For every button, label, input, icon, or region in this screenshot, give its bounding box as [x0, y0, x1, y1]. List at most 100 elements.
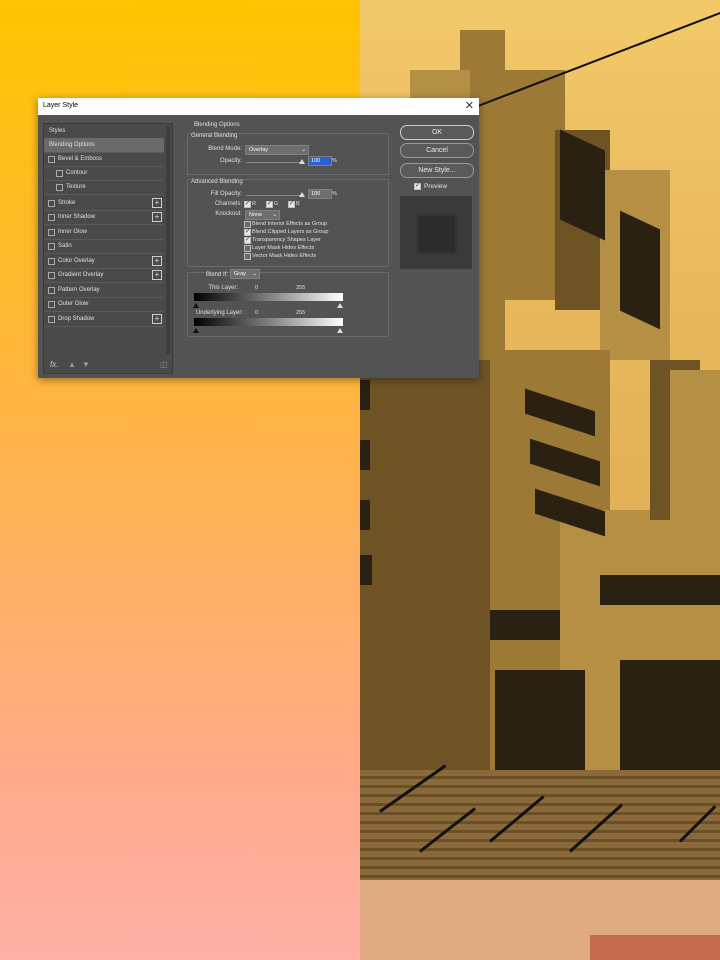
style-item-inner-shadow[interactable]: Inner Shadow +: [44, 210, 164, 225]
channel-g-checkbox[interactable]: [266, 200, 273, 208]
style-item-inner-glow[interactable]: Inner Glow: [44, 225, 164, 240]
style-checkbox[interactable]: [48, 214, 55, 221]
cancel-button[interactable]: Cancel: [400, 143, 474, 158]
dialog-title: Layer Style: [43, 102, 79, 109]
style-checkbox[interactable]: [48, 229, 55, 236]
underlying-white-thumb[interactable]: [337, 328, 343, 333]
style-item-label: Texture: [66, 184, 86, 190]
blend-interior-checkbox[interactable]: [244, 221, 251, 228]
style-checkbox[interactable]: [48, 200, 55, 207]
blend-if-select[interactable]: Gray ⌄: [230, 269, 260, 279]
style-item-label: Outer Glow: [58, 301, 89, 307]
move-up-icon[interactable]: ▲: [68, 360, 76, 369]
chevron-down-icon: ⌄: [252, 271, 257, 277]
style-item-outer-glow[interactable]: Outer Glow: [44, 297, 164, 312]
add-color-overlay-icon[interactable]: +: [152, 256, 162, 266]
channel-r-checkbox[interactable]: [244, 200, 251, 208]
add-gradient-overlay-icon[interactable]: +: [152, 270, 162, 280]
style-item-label: Blending Options: [49, 142, 95, 148]
dialog-titlebar: Layer Style ✕: [38, 98, 479, 115]
style-item-bevel-emboss[interactable]: Bevel & Emboss: [44, 152, 164, 167]
this-layer-white-thumb[interactable]: [337, 303, 343, 308]
style-checkbox[interactable]: [48, 156, 55, 163]
underlying-black-thumb[interactable]: [193, 328, 199, 333]
fill-opacity-input[interactable]: 100: [308, 189, 332, 199]
channel-b-label: B: [296, 201, 300, 207]
styles-label: Styles: [49, 128, 66, 134]
style-item-satin[interactable]: Satin: [44, 239, 164, 254]
preview-label: Preview: [424, 183, 448, 190]
style-item-label: Pattern Overlay: [58, 287, 100, 293]
opacity-input[interactable]: 100: [308, 156, 332, 166]
opacity-percent: %: [332, 158, 337, 164]
fill-opacity-slider-thumb[interactable]: [299, 192, 305, 197]
style-item-pattern-overlay[interactable]: Pattern Overlay: [44, 283, 164, 298]
new-style-button[interactable]: New Style...: [400, 163, 474, 178]
this-layer-label: This Layer:: [208, 285, 238, 291]
move-down-icon[interactable]: ▼: [82, 360, 90, 369]
blend-clipped-label: Blend Clipped Layers as Group: [252, 229, 329, 235]
fill-opacity-percent: %: [332, 191, 337, 197]
style-checkbox[interactable]: [56, 184, 63, 191]
style-item-color-overlay[interactable]: Color Overlay +: [44, 254, 164, 269]
blend-clipped-checkbox[interactable]: [244, 228, 251, 236]
style-item-label: Contour: [66, 170, 88, 176]
blending-options-title: Blending Options: [194, 122, 240, 128]
ok-button[interactable]: OK: [400, 125, 474, 140]
style-item-gradient-overlay[interactable]: Gradient Overlay +: [44, 268, 164, 283]
style-item-label: Drop Shadow: [58, 316, 95, 322]
style-checkbox[interactable]: [48, 272, 55, 279]
style-checkbox[interactable]: [48, 316, 55, 323]
layer-mask-hides-checkbox[interactable]: [244, 245, 251, 252]
general-blending-group: General Blending Blend Mode: Overlay ⌄ Op…: [187, 133, 389, 175]
preview-checkbox[interactable]: [414, 182, 421, 190]
channels-label: Channels:: [214, 201, 242, 207]
knockout-select[interactable]: None ⌄: [245, 210, 280, 220]
opacity-slider[interactable]: [246, 162, 302, 163]
styles-header[interactable]: Styles: [44, 124, 164, 139]
preview-swatch: [417, 214, 457, 254]
style-item-contour[interactable]: Contour: [44, 166, 164, 181]
add-stroke-icon[interactable]: +: [152, 198, 162, 208]
style-checkbox[interactable]: [48, 243, 55, 250]
styles-scrollbar[interactable]: [166, 126, 170, 354]
channel-b-checkbox[interactable]: [288, 200, 295, 208]
advanced-blending-group: Advanced Blending Fill Opacity: 100 % Ch…: [187, 179, 389, 267]
preview-thumbnail: [400, 196, 472, 269]
add-inner-shadow-icon[interactable]: +: [152, 212, 162, 222]
transparency-shapes-checkbox[interactable]: [244, 236, 251, 244]
layer-style-dialog: Layer Style ✕ Styles Blending Options Be…: [38, 98, 479, 378]
close-icon[interactable]: ✕: [465, 99, 474, 112]
underlying-layer-gradient: [194, 318, 343, 326]
layer-mask-hides-label: Layer Mask Hides Effects: [252, 245, 315, 251]
style-checkbox[interactable]: [48, 301, 55, 308]
style-item-label: Inner Shadow: [58, 214, 96, 220]
blend-mode-label: Blend Mode:: [208, 146, 242, 152]
transparency-shapes-label: Transparency Shapes Layer: [252, 237, 321, 243]
style-item-drop-shadow[interactable]: Drop Shadow +: [44, 312, 164, 327]
add-drop-shadow-icon[interactable]: +: [152, 314, 162, 324]
style-item-stroke[interactable]: Stroke +: [44, 196, 164, 211]
style-checkbox[interactable]: [48, 258, 55, 265]
blend-mode-select[interactable]: Overlay ⌄: [245, 145, 309, 155]
underlying-max: 255: [296, 310, 306, 316]
blend-interior-label: Blend Interior Effects as Group: [252, 221, 328, 227]
style-checkbox[interactable]: [48, 287, 55, 294]
trash-icon[interactable]: ◫: [160, 360, 168, 369]
chevron-down-icon: ⌄: [272, 212, 277, 218]
this-layer-max: 255: [296, 285, 306, 291]
styles-list: Styles Blending Options Bevel & Emboss C…: [43, 123, 173, 374]
blend-mode-value: Overlay: [249, 147, 268, 153]
style-item-texture[interactable]: Texture: [44, 180, 164, 195]
opacity-slider-thumb[interactable]: [299, 159, 305, 164]
styles-footer: fx. ▲ ▼ ◫: [44, 357, 168, 373]
style-item-label: Stroke: [58, 200, 76, 206]
blend-if-label: Blend If:: [205, 272, 228, 278]
fx-icon[interactable]: fx.: [50, 360, 58, 369]
style-checkbox[interactable]: [56, 170, 63, 177]
style-item-blending-options[interactable]: Blending Options: [44, 138, 164, 153]
this-layer-black-thumb[interactable]: [193, 303, 199, 308]
chevron-down-icon: ⌄: [301, 147, 306, 153]
vector-mask-hides-checkbox[interactable]: [244, 253, 251, 260]
fill-opacity-slider[interactable]: [246, 195, 302, 196]
